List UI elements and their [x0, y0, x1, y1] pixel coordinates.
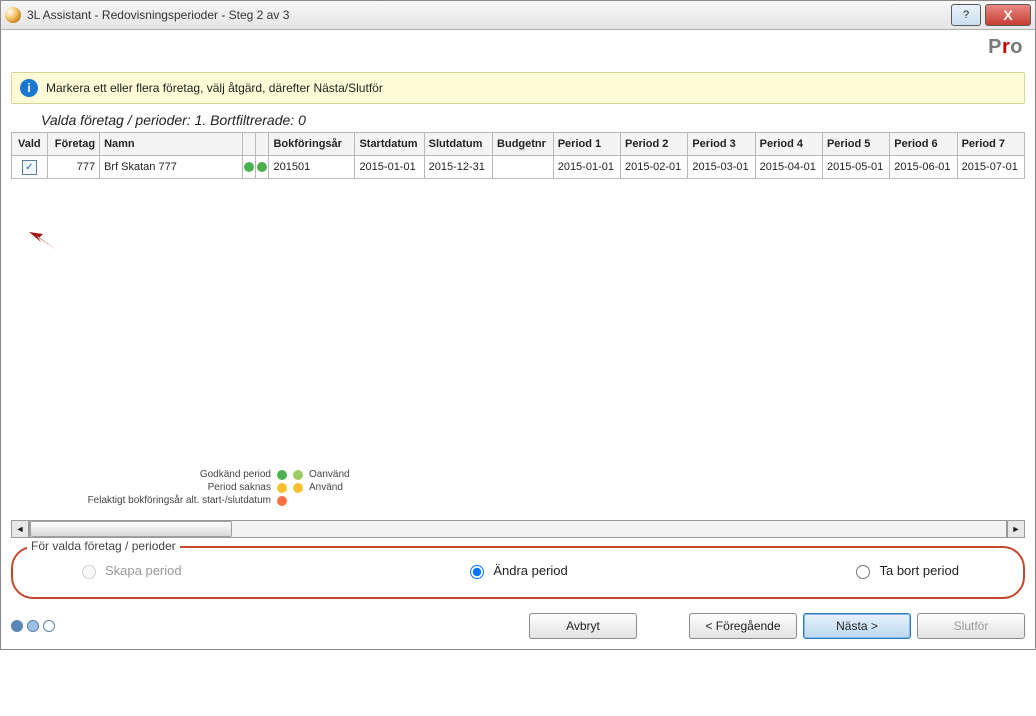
radio-create-period: Skapa period [77, 562, 182, 579]
col-slutdatum[interactable]: Slutdatum [424, 133, 492, 156]
scroll-thumb[interactable] [30, 521, 232, 537]
legend-dot-green-icon [277, 470, 287, 480]
help-button[interactable]: ? [951, 4, 981, 26]
close-button[interactable]: X [985, 4, 1031, 26]
data-grid[interactable]: Vald Företag Namn Bokföringsår Startdatu… [11, 132, 1025, 179]
col-foretag[interactable]: Företag [47, 133, 99, 156]
step-dot-icon [43, 620, 55, 632]
col-period2[interactable]: Period 2 [621, 133, 688, 156]
window-body: Pro i Markera ett eller flera företag, v… [0, 30, 1036, 650]
cell-period3[interactable]: 2015-03-01 [688, 156, 755, 179]
app-icon [5, 7, 21, 23]
annotation-arrow-icon [29, 230, 59, 252]
cell-period6[interactable]: 2015-06-01 [890, 156, 957, 179]
horizontal-scrollbar[interactable]: ◄ ► [11, 520, 1025, 538]
radio-input[interactable] [856, 565, 870, 579]
step-dot-icon [11, 620, 23, 632]
step-indicator [11, 620, 55, 632]
radio-label: Ändra period [493, 563, 567, 578]
col-vald[interactable]: Vald [12, 133, 48, 156]
info-bar: i Markera ett eller flera företag, välj … [11, 72, 1025, 104]
legend-dot-lightgreen-icon [293, 470, 303, 480]
col-period3[interactable]: Period 3 [688, 133, 755, 156]
legend-label: Felaktigt bokföringsår alt. start-/slutd… [11, 495, 271, 506]
legend-dot-orange-icon [277, 496, 287, 506]
col-period7[interactable]: Period 7 [957, 133, 1024, 156]
col-status1[interactable] [243, 133, 256, 156]
radio-input[interactable] [470, 565, 484, 579]
col-period4[interactable]: Period 4 [755, 133, 822, 156]
radio-label: Ta bort period [879, 563, 959, 578]
action-groupbox: För valda företag / perioder Skapa perio… [11, 546, 1025, 599]
cell-foretag[interactable]: 777 [47, 156, 99, 179]
col-period6[interactable]: Period 6 [890, 133, 957, 156]
footer-buttons: Avbryt < Föregående Nästa > Slutför [529, 613, 1025, 639]
legend-dot-yellow-icon [293, 483, 303, 493]
finish-button: Slutför [917, 613, 1025, 639]
cell-budgetnr[interactable] [493, 156, 554, 179]
cell-period5[interactable]: 2015-05-01 [822, 156, 889, 179]
legend-dot-yellow-icon [277, 483, 287, 493]
cell-status2 [256, 156, 269, 179]
legend-label: Godkänd period [11, 469, 271, 480]
radio-change-period[interactable]: Ändra period [465, 562, 567, 579]
brand-logo: Pro [988, 36, 1023, 59]
legend-label: Använd [309, 482, 389, 493]
status-dot-green-icon [257, 162, 267, 172]
cell-slutdatum[interactable]: 2015-12-31 [424, 156, 492, 179]
table-row[interactable]: ✓ 777 Brf Skatan 777 201501 2015-01-01 2… [12, 156, 1025, 179]
cell-status1 [243, 156, 256, 179]
scroll-left-button[interactable]: ◄ [11, 520, 29, 538]
radio-label: Skapa period [105, 563, 182, 578]
cell-vald[interactable]: ✓ [12, 156, 48, 179]
legend: Godkänd period Oanvänd Period saknas Anv… [11, 469, 1025, 506]
cell-period4[interactable]: 2015-04-01 [755, 156, 822, 179]
col-status2[interactable] [256, 133, 269, 156]
col-period5[interactable]: Period 5 [822, 133, 889, 156]
checkbox-icon[interactable]: ✓ [22, 160, 37, 175]
cell-startdatum[interactable]: 2015-01-01 [355, 156, 424, 179]
cancel-button[interactable]: Avbryt [529, 613, 637, 639]
header-row: Vald Företag Namn Bokföringsår Startdatu… [12, 133, 1025, 156]
cell-period1[interactable]: 2015-01-01 [553, 156, 620, 179]
col-period1[interactable]: Period 1 [553, 133, 620, 156]
cell-period7[interactable]: 2015-07-01 [957, 156, 1024, 179]
next-button[interactable]: Nästa > [803, 613, 911, 639]
cell-bokforingsar[interactable]: 201501 [269, 156, 355, 179]
window-title: 3L Assistant - Redovisningsperioder - St… [27, 8, 951, 22]
radio-delete-period[interactable]: Ta bort period [851, 562, 959, 579]
step-dot-icon [27, 620, 39, 632]
scroll-track[interactable] [29, 520, 1007, 538]
group-label: För valda företag / perioder [27, 539, 180, 553]
legend-label: Oanvänd [309, 469, 389, 480]
status-dot-green-icon [244, 162, 254, 172]
legend-label: Period saknas [11, 482, 271, 493]
titlebar[interactable]: 3L Assistant - Redovisningsperioder - St… [0, 0, 1036, 30]
col-startdatum[interactable]: Startdatum [355, 133, 424, 156]
scroll-right-button[interactable]: ► [1007, 520, 1025, 538]
info-icon: i [20, 79, 38, 97]
radio-input [82, 565, 96, 579]
cell-namn[interactable]: Brf Skatan 777 [100, 156, 243, 179]
back-button[interactable]: < Föregående [689, 613, 797, 639]
summary-text: Valda företag / perioder: 1. Bortfiltrer… [41, 112, 1025, 128]
col-budgetnr[interactable]: Budgetnr [493, 133, 554, 156]
info-text: Markera ett eller flera företag, välj åt… [46, 81, 383, 95]
cell-period2[interactable]: 2015-02-01 [621, 156, 688, 179]
col-bokforingsar[interactable]: Bokföringsår [269, 133, 355, 156]
col-namn[interactable]: Namn [100, 133, 243, 156]
